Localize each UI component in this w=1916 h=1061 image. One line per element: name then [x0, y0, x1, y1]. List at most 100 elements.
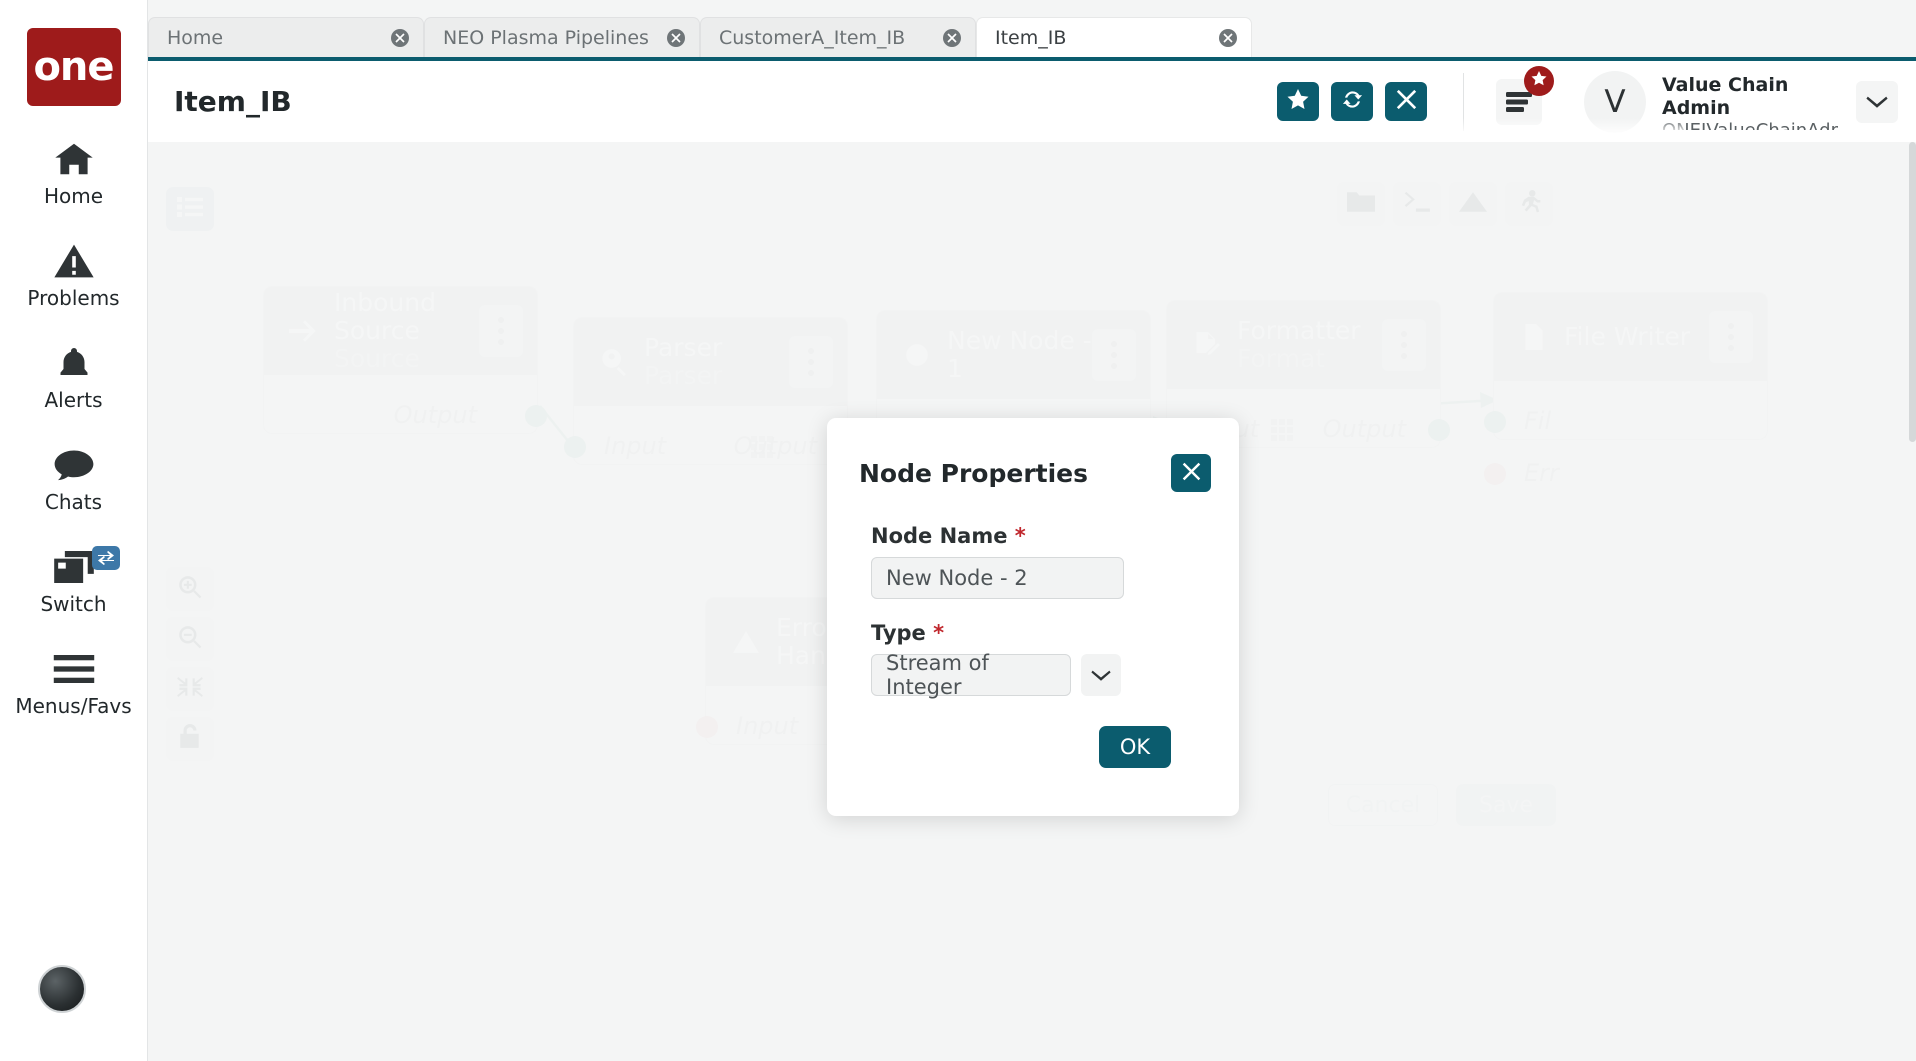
node-parser[interactable]: Parser Parser Input Output — [564, 317, 848, 465]
type-label-text: Type — [871, 621, 926, 645]
sidebar-item-switch[interactable]: Switch — [0, 544, 148, 616]
image-button[interactable] — [1449, 182, 1497, 226]
port-label: Output — [733, 432, 817, 460]
node-title: File Writer — [1564, 322, 1691, 351]
favorites-badge[interactable] — [1524, 65, 1554, 96]
sidebar-item-label: Chats — [44, 490, 103, 514]
unlock-icon — [178, 724, 202, 754]
chevron-down-icon[interactable] — [1856, 80, 1898, 123]
favorite-button[interactable] — [1277, 82, 1319, 121]
warning-triangle-icon — [53, 238, 94, 284]
header-action-group: V Value Chain Admin ONEIValueChainAdmin … — [1277, 65, 1916, 133]
node-header: New Node - 1 — [877, 311, 1150, 399]
grid-icon — [1271, 419, 1293, 441]
type-input[interactable]: Stream of Integer — [871, 651, 1071, 699]
node-name-label: Node Name * — [871, 524, 1207, 548]
tab-label: CustomerA_Item_IB — [719, 27, 906, 49]
open-folder-button[interactable] — [1337, 182, 1385, 226]
node-body: Input Output — [564, 406, 847, 484]
vertical-scrollbar[interactable] — [1909, 142, 1916, 1061]
port-dot-input[interactable] — [564, 436, 586, 458]
lock-button[interactable] — [166, 717, 214, 761]
close-button[interactable] — [1385, 82, 1427, 121]
cancel-button[interactable]: Cancel — [1328, 784, 1438, 826]
user-profile-orb[interactable] — [38, 965, 86, 1013]
node-title: Formatter — [1237, 316, 1361, 345]
user-profile-block[interactable]: V Value Chain Admin ONEIValueChainAdmin … — [1584, 70, 1916, 133]
node-menu-icon[interactable] — [789, 336, 833, 388]
sidebar-item-label: Home — [43, 184, 104, 208]
close-icon[interactable] — [941, 27, 963, 49]
tab-neo-plasma-pipelines[interactable]: NEO Plasma Pipelines — [424, 17, 700, 58]
sidebar-item-problems[interactable]: Problems — [0, 238, 148, 310]
node-menu-icon[interactable] — [479, 305, 523, 357]
port-dot-file[interactable] — [1484, 411, 1506, 433]
chevron-down-icon[interactable] — [1081, 654, 1121, 696]
sidebar-item-menus-favs[interactable]: Menus/Favs — [0, 646, 148, 718]
node-title: New Node - 1 — [947, 326, 1092, 383]
dialog-close-button[interactable] — [1171, 454, 1211, 492]
swap-arrows-icon[interactable] — [91, 546, 120, 570]
avatar: V — [1584, 70, 1646, 133]
sidebar-item-home[interactable]: Home — [0, 136, 148, 208]
console-button[interactable] — [1393, 182, 1441, 226]
refresh-button[interactable] — [1331, 82, 1373, 121]
node-menu-icon[interactable] — [1382, 319, 1426, 371]
save-button[interactable]: Save — [1456, 784, 1556, 826]
sidebar-item-label: Problems — [27, 286, 120, 310]
terminal-icon — [1403, 191, 1431, 217]
file-icon — [1508, 324, 1560, 350]
node-menu-icon[interactable] — [1709, 311, 1753, 363]
node-header: Inbound Source Source — [264, 287, 537, 375]
node-file-writer[interactable]: File Writer Fil Err — [1484, 292, 1768, 487]
close-icon[interactable] — [1217, 27, 1239, 49]
tab-home[interactable]: Home — [148, 17, 424, 58]
mountain-icon — [1459, 191, 1487, 217]
sidebar-item-label: Alerts — [44, 388, 103, 412]
menu-favorites-wrapper — [1496, 65, 1554, 125]
node-title: Inbound Source — [334, 288, 436, 345]
port-label: Input — [736, 712, 799, 740]
header-divider — [1463, 72, 1464, 131]
sidebar-item-alerts[interactable]: Alerts — [0, 340, 148, 412]
node-title: Parser — [644, 333, 723, 362]
port-dot-input[interactable] — [696, 716, 718, 738]
node-name-input[interactable]: New Node - 2 — [871, 557, 1124, 599]
tab-label: NEO Plasma Pipelines — [443, 27, 649, 49]
port-dot-error[interactable] — [1484, 463, 1506, 485]
node-properties-dialog[interactable]: Node Properties Node Name * New Node - 2… — [827, 418, 1239, 816]
x-icon — [1182, 462, 1201, 485]
port-dot-output[interactable] — [525, 405, 547, 427]
type-label: Type * — [871, 621, 1207, 645]
sidebar-item-chats[interactable]: Chats — [0, 442, 148, 514]
one-logo[interactable]: one — [26, 28, 121, 106]
port-label: Output — [393, 401, 477, 429]
zoom-out-button[interactable] — [166, 617, 214, 661]
tab-customera-item-ib[interactable]: CustomerA_Item_IB — [700, 17, 976, 58]
node-inbound-source[interactable]: Inbound Source Source Output — [263, 286, 547, 434]
close-icon[interactable] — [389, 27, 411, 49]
user-text-block: Value Chain Admin ONEIValueChainAdmin Tr… — [1662, 74, 1838, 130]
fit-to-screen-button[interactable] — [166, 667, 214, 711]
zoom-in-icon — [177, 574, 203, 604]
magnifier-pin-icon — [588, 348, 640, 376]
folder-icon — [1347, 191, 1375, 217]
tab-label: Item_IB — [995, 27, 1067, 49]
node-header: File Writer — [1494, 293, 1767, 381]
ok-button[interactable]: OK — [1099, 726, 1171, 768]
node-title-block: Formatter Format — [1233, 317, 1382, 373]
port-dot-output[interactable] — [1428, 419, 1450, 441]
zoom-in-button[interactable] — [166, 567, 214, 611]
node-header: Formatter Format — [1167, 301, 1440, 389]
scrollbar-thumb[interactable] — [1909, 142, 1916, 442]
tab-item-ib[interactable]: Item_IB — [976, 17, 1252, 58]
node-title-block: File Writer — [1560, 323, 1709, 351]
dialog-footer: OK — [871, 696, 1207, 768]
list-icon — [177, 197, 203, 221]
node-list-button[interactable] — [166, 187, 214, 231]
close-icon[interactable] — [665, 27, 687, 49]
zoom-out-icon — [177, 624, 203, 654]
node-menu-icon[interactable] — [1092, 329, 1136, 381]
node-icon — [891, 342, 943, 368]
run-button[interactable] — [1505, 182, 1553, 226]
